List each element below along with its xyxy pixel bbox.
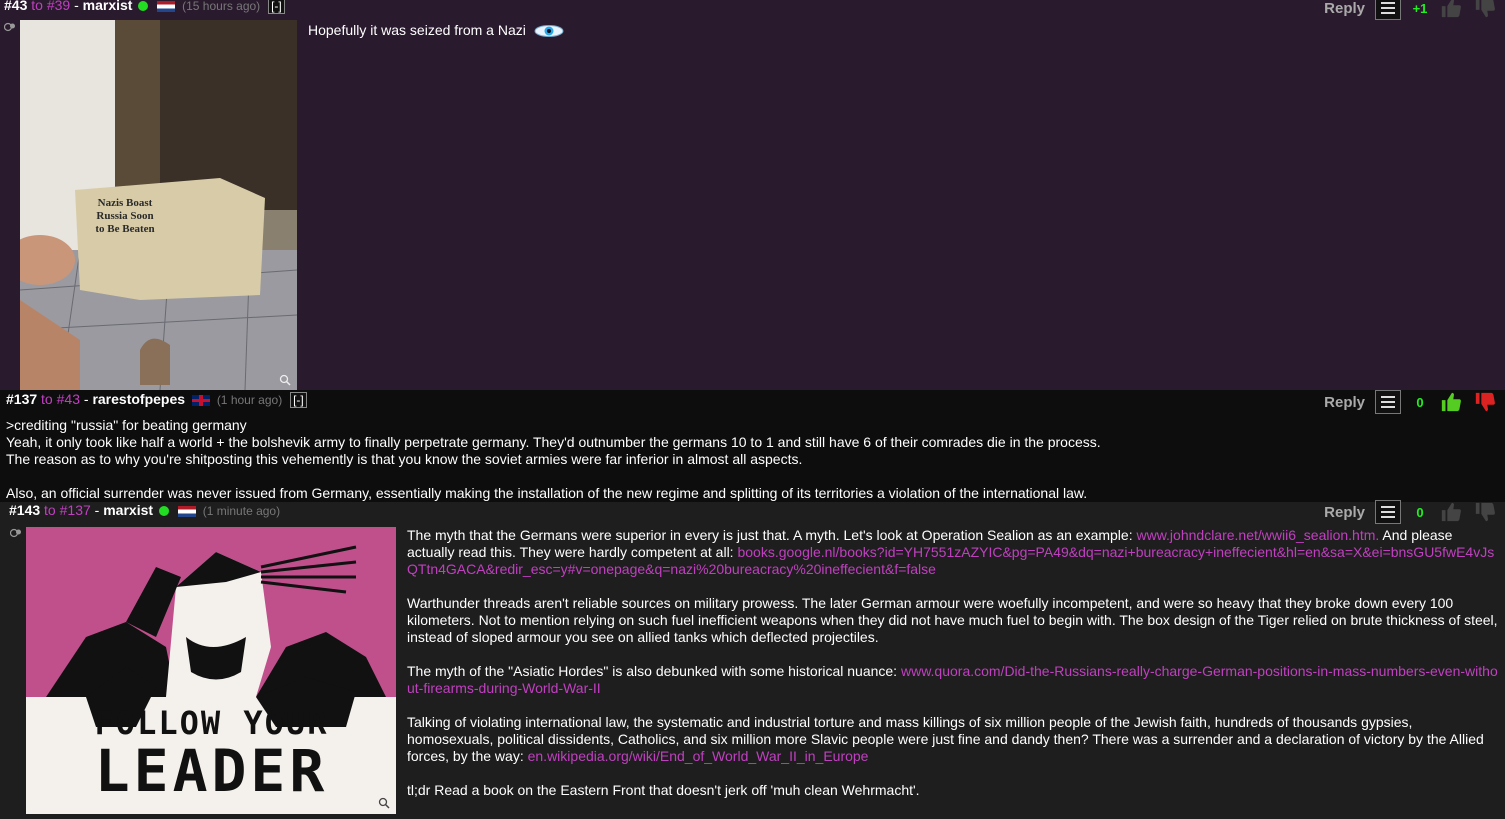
reply-to-link[interactable]: #137: [60, 502, 91, 518]
comment-text: Hopefully it was seized from a Nazi: [308, 22, 526, 38]
zoom-icon[interactable]: [378, 797, 390, 809]
image-options-icon[interactable]: [10, 528, 22, 538]
paragraph-1: The myth that the Germans were superior …: [407, 527, 1495, 577]
reply-to-link[interactable]: #39: [47, 0, 70, 13]
header-separator: -: [74, 0, 79, 13]
eye-emoji-icon: [534, 25, 564, 38]
menu-icon[interactable]: [1375, 0, 1401, 20]
post-image-stencil[interactable]: FOLLOW YOUR LEADER: [26, 527, 396, 814]
vote-score: 0: [1416, 394, 1424, 410]
reply-button[interactable]: Reply: [1324, 0, 1365, 17]
comment-header: #137 to #43 - rarestofpepes (1 hour ago)…: [6, 391, 307, 408]
post-image-newspaper[interactable]: Nazis Boast Russia Soon to Be Beaten: [20, 20, 297, 390]
post-number[interactable]: #43: [4, 0, 27, 13]
comment-body: The myth that the Germans were superior …: [407, 527, 1499, 816]
post-number[interactable]: #137: [6, 391, 37, 407]
thumbs-up-icon[interactable]: [1439, 0, 1463, 19]
thumbs-up-icon[interactable]: [1439, 391, 1463, 413]
link-johndclare[interactable]: www.johndclare.net/wwii6_sealion.htm.: [1136, 527, 1379, 543]
flag-netherlands-icon: [157, 0, 176, 12]
stencil-caption: FOLLOW YOUR LEADER: [94, 704, 329, 805]
reply-to-prefix: to: [41, 391, 53, 407]
username[interactable]: marxist: [83, 0, 133, 13]
comment-body: Hopefully it was seized from a Nazi: [308, 22, 564, 39]
paragraph-4: Talking of violating international law, …: [407, 714, 1484, 764]
timestamp: (1 hour ago): [216, 393, 283, 407]
reply-to-prefix: to: [31, 0, 43, 13]
comment-line: Also, an official surrender was never is…: [6, 485, 1088, 501]
comment-143: #143 to #137 - marxist (1 minute ago) Re…: [0, 500, 1505, 819]
comment-body: >crediting "russia" for beating germany …: [6, 417, 1486, 502]
header-separator: -: [83, 391, 89, 407]
collapse-button[interactable]: [-]: [268, 0, 285, 14]
reply-to-prefix: to: [44, 502, 56, 518]
collapse-button[interactable]: [-]: [290, 392, 307, 408]
reply-to-link[interactable]: #43: [57, 391, 80, 407]
greentext-quote: >crediting "russia" for beating germany: [6, 417, 247, 433]
zoom-icon[interactable]: [279, 374, 291, 386]
reply-button[interactable]: Reply: [1324, 504, 1365, 521]
timestamp: (15 hours ago): [182, 0, 261, 13]
comment-header: #43 to #39 - marxist (15 hours ago) [-]: [4, 0, 285, 14]
comment-137: #137 to #43 - rarestofpepes (1 hour ago)…: [0, 390, 1505, 502]
flag-netherlands-icon: [177, 505, 196, 517]
online-status-icon: [138, 1, 149, 12]
thumbs-up-icon[interactable]: [1439, 501, 1463, 523]
thumbs-down-icon[interactable]: [1473, 0, 1497, 19]
thumbs-down-icon[interactable]: [1473, 391, 1497, 413]
online-status-icon: [158, 506, 169, 517]
link-wikipedia[interactable]: en.wikipedia.org/wiki/End_of_World_War_I…: [528, 748, 869, 764]
vote-score: +1: [1412, 0, 1428, 16]
flag-uk-icon: [191, 394, 210, 406]
paragraph-3: The myth of the "Asiatic Hordes" is also…: [407, 663, 1498, 696]
header-separator: -: [94, 502, 100, 518]
username[interactable]: marxist: [103, 502, 153, 518]
paragraph-5: tl;dr Read a book on the Eastern Front t…: [407, 782, 920, 798]
image-options-icon[interactable]: [4, 22, 16, 32]
menu-icon[interactable]: [1375, 390, 1401, 414]
timestamp: (1 minute ago): [202, 504, 281, 518]
comment-actions: Reply 0: [1324, 500, 1497, 524]
comment-line: Yeah, it only took like half a world + t…: [6, 434, 1101, 450]
username[interactable]: rarestofpepes: [92, 391, 185, 407]
comment-43: #43 to #39 - marxist (15 hours ago) [-] …: [0, 0, 1505, 390]
newspaper-headline: Nazis Boast Russia Soon to Be Beaten: [95, 197, 155, 235]
paragraph-2: Warthunder threads aren't reliable sourc…: [407, 595, 1498, 645]
post-number[interactable]: #143: [9, 502, 40, 518]
menu-icon[interactable]: [1375, 500, 1401, 524]
comment-line: The reason as to why you're shitposting …: [6, 451, 803, 467]
comment-actions: Reply 0: [1324, 390, 1497, 414]
comment-actions: Reply +1: [1324, 0, 1497, 20]
comment-header: #143 to #137 - marxist (1 minute ago): [9, 502, 280, 518]
vote-score: 0: [1416, 504, 1424, 520]
thumbs-down-icon[interactable]: [1473, 501, 1497, 523]
reply-button[interactable]: Reply: [1324, 394, 1365, 411]
